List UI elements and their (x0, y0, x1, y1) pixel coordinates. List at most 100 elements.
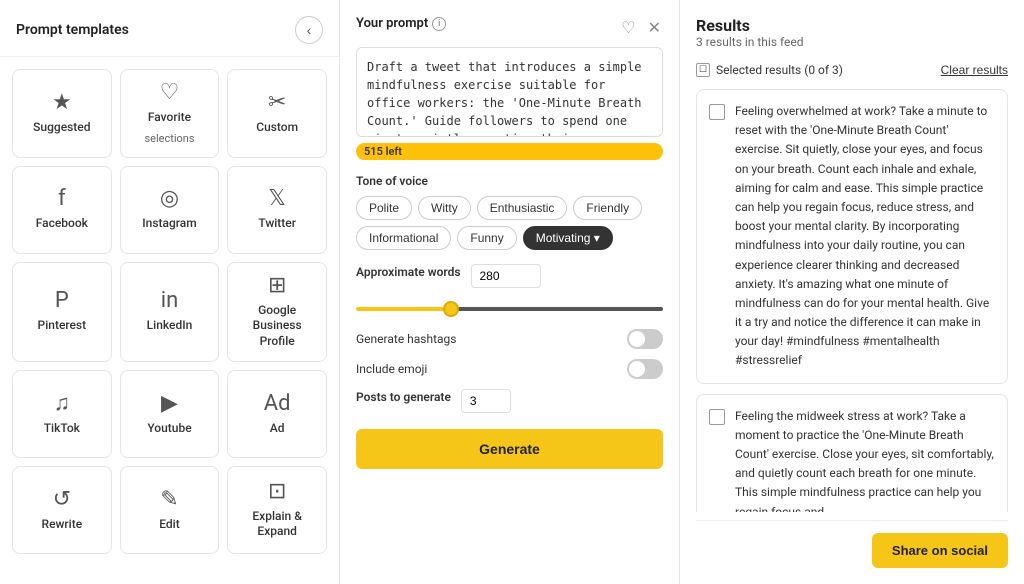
template-item-rewrite[interactable]: ↺ Rewrite (12, 466, 112, 554)
google-business-label: Google Business Profile (236, 303, 318, 350)
results-count: 3 results in this feed (696, 35, 1008, 49)
chars-left-badge: 515 left (356, 143, 663, 160)
tone-btn-enthusiastic[interactable]: Enthusiastic (477, 196, 568, 220)
ad-label: Ad (270, 421, 285, 437)
linkedin-label: LinkedIn (147, 318, 193, 334)
edit-label: Edit (159, 517, 179, 533)
template-item-edit[interactable]: ✎ Edit (120, 466, 220, 554)
posts-label: Posts to generate (356, 390, 451, 404)
template-item-pinterest[interactable]: P Pinterest (12, 262, 112, 363)
approx-label: Approximate words (356, 265, 461, 279)
instagram-label: Instagram (142, 216, 196, 232)
words-slider[interactable] (356, 307, 663, 311)
rewrite-icon: ↺ (53, 489, 71, 511)
suggested-label: Suggested (33, 120, 90, 136)
tone-btn-friendly[interactable]: Friendly (573, 196, 642, 220)
result-card-1: Feeling the midweek stress at work? Take… (696, 394, 1008, 512)
template-item-twitter[interactable]: 𝕏 Twitter (227, 166, 327, 254)
youtube-label: Youtube (147, 421, 191, 437)
template-item-linkedin[interactable]: in LinkedIn (120, 262, 220, 363)
result-checkbox-1[interactable] (709, 409, 725, 425)
rewrite-label: Rewrite (42, 517, 83, 533)
custom-icon: ✂ (268, 92, 286, 114)
edit-icon: ✎ (160, 489, 178, 511)
template-item-google-business[interactable]: ⊞ Google Business Profile (227, 262, 327, 363)
twitter-label: Twitter (258, 216, 296, 232)
left-panel-header: Prompt templates ‹ (0, 0, 339, 57)
posts-row: Posts to generate (356, 389, 663, 413)
facebook-icon: f (58, 188, 66, 210)
template-item-suggested[interactable]: ★ Suggested (12, 69, 112, 158)
approx-input[interactable] (471, 264, 541, 288)
google-business-icon: ⊞ (268, 275, 286, 297)
results-list: Feeling overwhelmed at work? Take a minu… (696, 89, 1008, 512)
prompt-section-title: Your prompt i (356, 16, 446, 31)
twitter-icon: 𝕏 (268, 188, 286, 210)
pinterest-icon: P (55, 290, 69, 312)
emoji-toggle[interactable] (627, 359, 663, 379)
tone-btn-informational[interactable]: Informational (356, 226, 451, 250)
results-title: Results (696, 16, 1008, 35)
ad-icon: Ad (264, 393, 291, 415)
back-button[interactable]: ‹ (295, 16, 323, 44)
tiktok-label: TikTok (44, 421, 80, 437)
share-bar: Share on social (696, 520, 1008, 568)
template-item-custom[interactable]: ✂ Custom (227, 69, 327, 158)
slider-container (356, 300, 663, 315)
emoji-label: Include emoji (356, 362, 427, 376)
linkedin-icon: in (161, 290, 179, 312)
custom-label: Custom (256, 120, 298, 136)
panel-title: Prompt templates (16, 22, 129, 38)
include-emoji-row: Include emoji (356, 359, 663, 379)
template-item-facebook[interactable]: f Facebook (12, 166, 112, 254)
pinterest-label: Pinterest (38, 318, 87, 334)
templates-grid: ★ Suggested ♡ Favorite selections ✂ Custom f Fac… (0, 57, 339, 566)
tone-btn-polite[interactable]: Polite (356, 196, 412, 220)
favorite-button[interactable]: ♡ (619, 18, 637, 38)
generate-hashtags-row: Generate hashtags (356, 329, 663, 349)
explain-label: Explain & Expand (236, 509, 318, 540)
facebook-label: Facebook (36, 216, 88, 232)
template-item-explain[interactable]: ⊡ Explain & Expand (227, 466, 327, 554)
prompt-textarea[interactable] (356, 47, 663, 137)
result-checkbox-0[interactable] (709, 104, 725, 120)
middle-panel: Your prompt i ♡ ✕ 515 left Tone of voice… (340, 0, 680, 584)
share-social-button[interactable]: Share on social (872, 533, 1008, 568)
explain-icon: ⊡ (268, 481, 286, 503)
left-panel: Prompt templates ‹ ★ Suggested ♡ Favorite se… (0, 0, 340, 584)
template-item-ad[interactable]: Ad Ad (227, 370, 327, 458)
select-all-checkbox[interactable]: ☐ (696, 63, 710, 77)
tone-btn-witty[interactable]: Witty (418, 196, 471, 220)
tone-btn-motivating[interactable]: Motivating ▾ (523, 226, 613, 250)
template-item-instagram[interactable]: ◎ Instagram (120, 166, 220, 254)
tone-buttons: PoliteWittyEnthusiasticFriendly Informati… (356, 196, 663, 250)
prompt-actions: ♡ ✕ (619, 18, 663, 38)
share-prompt-button[interactable]: ✕ (646, 18, 663, 38)
result-card-0: Feeling overwhelmed at work? Take a minu… (696, 89, 1008, 384)
instagram-icon: ◎ (160, 188, 179, 210)
selected-label: Selected results (0 of 3) (716, 63, 843, 77)
info-icon[interactable]: i (432, 17, 446, 31)
youtube-icon: ▶ (161, 393, 178, 415)
right-panel: Results 3 results in this feed ☐ Selecte… (680, 0, 1024, 584)
template-item-favorite[interactable]: ♡ Favorite selections (120, 69, 220, 158)
suggested-icon: ★ (52, 92, 72, 114)
result-text-1: Feeling the midweek stress at work? Take… (735, 407, 995, 512)
posts-input[interactable] (461, 389, 511, 413)
hashtags-label: Generate hashtags (356, 332, 456, 346)
tone-btn-funny[interactable]: Funny (457, 226, 516, 250)
prompt-header: Your prompt i ♡ ✕ (356, 16, 663, 39)
favorite-icon: ♡ (160, 82, 180, 104)
clear-results-button[interactable]: Clear results (941, 63, 1008, 77)
select-all-row: ☐ Selected results (0 of 3) (696, 63, 843, 77)
favorite-label: Favorite (148, 110, 191, 126)
favorite-sublabel: selections (144, 132, 194, 145)
results-header: Results 3 results in this feed (696, 16, 1008, 59)
results-select-bar: ☐ Selected results (0 of 3) Clear result… (696, 63, 1008, 77)
generate-button[interactable]: Generate (356, 429, 663, 469)
template-item-tiktok[interactable]: ♫ TikTok (12, 370, 112, 458)
template-item-youtube[interactable]: ▶ Youtube (120, 370, 220, 458)
hashtags-toggle[interactable] (627, 329, 663, 349)
tiktok-icon: ♫ (54, 393, 71, 415)
result-text-0: Feeling overwhelmed at work? Take a minu… (735, 102, 995, 371)
